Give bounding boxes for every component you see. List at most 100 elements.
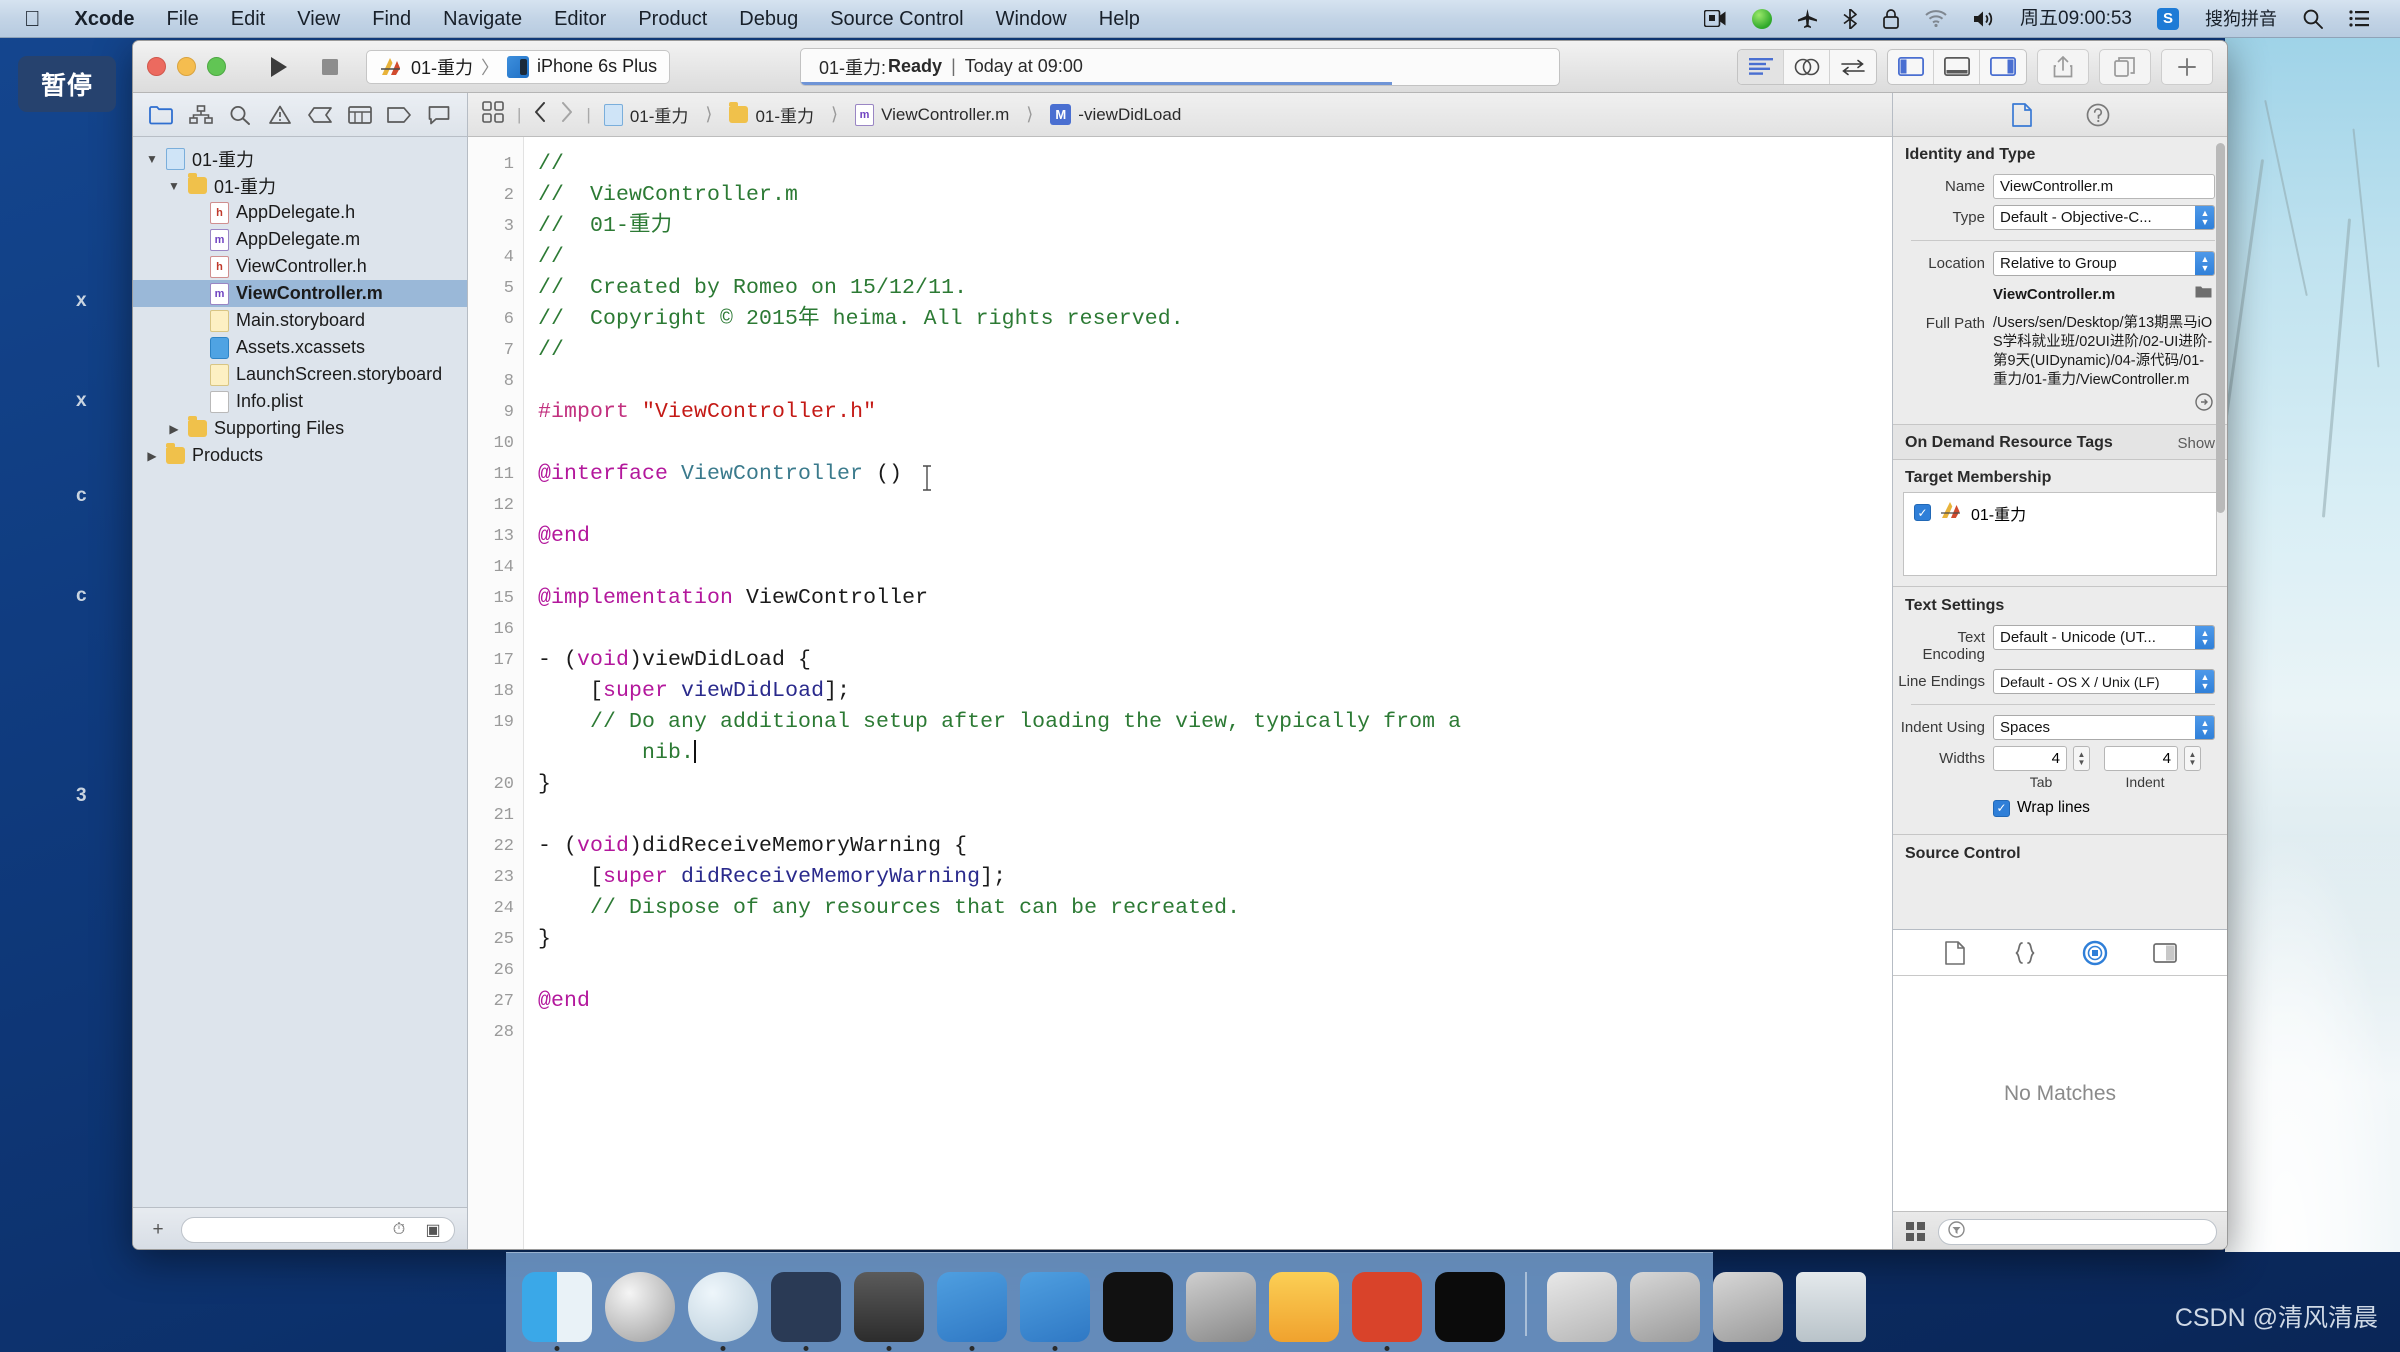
sogou-input-badge-icon[interactable]: S: [2144, 7, 2192, 30]
lock-icon[interactable]: [1870, 8, 1912, 29]
bluetooth-icon[interactable]: [1830, 8, 1870, 29]
target-membership-row[interactable]: ✓ 01-重力: [1904, 493, 2216, 532]
menu-item-editor[interactable]: Editor: [538, 0, 622, 38]
disclosure-triangle-icon[interactable]: ▶: [145, 449, 159, 463]
tree-item-Supporting-Files[interactable]: ▶ Supporting Files: [133, 415, 467, 442]
navigator-filter-field[interactable]: ⏱ ▣: [181, 1216, 455, 1243]
tree-item-LaunchScreen.storyboard[interactable]: LaunchScreen.storyboard: [133, 361, 467, 388]
version-editor-icon[interactable]: [1830, 50, 1876, 84]
recent-files-icon[interactable]: ⏱: [386, 1217, 412, 1243]
tree-item-ViewController.h[interactable]: h ViewController.h: [133, 253, 467, 280]
source-control-filter-icon[interactable]: ▣: [420, 1217, 446, 1243]
dock-item-screen-sharing-2[interactable]: [1713, 1272, 1783, 1342]
reveal-in-finder-icon[interactable]: [2195, 393, 2213, 416]
tree-item-AppDelegate.h[interactable]: h AppDelegate.h: [133, 199, 467, 226]
tag-navigator-icon[interactable]: [383, 100, 415, 130]
volume-icon[interactable]: [1960, 10, 2008, 28]
related-items-grid-icon[interactable]: [482, 101, 504, 128]
breadcrumb-project[interactable]: 01-重力: [603, 102, 688, 127]
apple-logo-icon[interactable]: : [0, 0, 59, 38]
dock-item-finder[interactable]: [522, 1272, 592, 1351]
location-select[interactable]: Relative to Group ▲ ▼: [1993, 251, 2215, 276]
disclosure-triangle-icon[interactable]: ▼: [167, 179, 181, 193]
target-checkbox[interactable]: ✓: [1914, 504, 1931, 521]
choose-folder-icon[interactable]: [2195, 282, 2215, 303]
indent-using-select[interactable]: Spaces ▲ ▼: [1993, 715, 2215, 740]
menu-item-navigate[interactable]: Navigate: [427, 0, 538, 38]
breadcrumb-method[interactable]: M -viewDidLoad: [1050, 104, 1181, 125]
input-method-label[interactable]: 搜狗拼音: [2192, 0, 2290, 38]
disclosure-triangle-icon[interactable]: ▶: [167, 422, 181, 436]
dock-item-prepros[interactable]: [1352, 1272, 1422, 1351]
dock-item-mouse-app[interactable]: [771, 1272, 841, 1351]
tab-stepper-arrows-icon[interactable]: ▲ ▼: [2073, 746, 2090, 771]
text-encoding-select[interactable]: Default - Unicode (UT... ▲ ▼: [1993, 625, 2215, 650]
breadcrumb-file[interactable]: m ViewController.m: [855, 103, 1009, 126]
quick-help-inspector-icon[interactable]: [2083, 101, 2113, 129]
name-field[interactable]: ViewController.m: [1993, 174, 2215, 199]
close-window-button[interactable]: [147, 57, 166, 76]
airplane-icon[interactable]: [1785, 9, 1830, 28]
indent-width-stepper[interactable]: 4 ▲ ▼: [2104, 746, 2201, 771]
navigator-toggle-icon[interactable]: [1888, 49, 1934, 84]
report-navigator-icon[interactable]: [344, 100, 376, 130]
screen-record-icon[interactable]: [1691, 10, 1739, 27]
wrap-lines-control[interactable]: ✓ Wrap lines: [1993, 799, 2090, 817]
issue-navigator-icon[interactable]: [264, 100, 296, 130]
dock-item-terminal[interactable]: [1103, 1272, 1173, 1342]
forward-chevron-icon[interactable]: [560, 102, 573, 127]
dock-item-system-preferences[interactable]: [1186, 1272, 1256, 1342]
quicktime-green-icon[interactable]: [1739, 8, 1785, 29]
menu-item-edit[interactable]: Edit: [215, 0, 281, 38]
library-filter-field[interactable]: [1938, 1218, 2217, 1245]
breakpoint-navigator-icon[interactable]: [304, 100, 336, 130]
run-button[interactable]: [252, 50, 304, 84]
pause-button[interactable]: 暂停: [18, 56, 116, 112]
on-demand-show-link[interactable]: Show: [2177, 435, 2215, 452]
inspector-scrollbar[interactable]: [2216, 143, 2225, 513]
indent-width-value[interactable]: 4: [2104, 746, 2178, 771]
tree-item-ViewController.m[interactable]: m ViewController.m: [133, 280, 467, 307]
add-button[interactable]: [2161, 48, 2213, 85]
menu-item-xcode[interactable]: Xcode: [59, 0, 151, 38]
standard-editor-icon[interactable]: [1738, 49, 1784, 84]
symbol-navigator-icon[interactable]: [185, 100, 217, 130]
scheme-selector[interactable]: 01-重力 〉 iPhone 6s Plus: [366, 49, 671, 84]
object-library-icon[interactable]: [2080, 939, 2110, 967]
find-navigator-icon[interactable]: [224, 100, 256, 130]
file-template-library-icon[interactable]: [1940, 939, 1970, 967]
dock-item-launchpad[interactable]: [605, 1272, 675, 1342]
menu-item-help[interactable]: Help: [1083, 0, 1156, 38]
menu-item-window[interactable]: Window: [980, 0, 1083, 38]
project-navigator-icon[interactable]: [145, 100, 177, 130]
wrap-lines-checkbox[interactable]: ✓: [1993, 799, 2010, 817]
menu-item-file[interactable]: File: [151, 0, 215, 38]
code-snippet-library-icon[interactable]: [2010, 939, 2040, 967]
menu-item-find[interactable]: Find: [356, 0, 427, 38]
stop-button[interactable]: [304, 50, 356, 84]
organizer-button[interactable]: [2099, 48, 2151, 85]
menu-bar-clock[interactable]: 周五09:00:53: [2008, 0, 2144, 38]
source-code-text[interactable]: // // ViewController.m // 01-重力 // // Create…: [524, 137, 1892, 1249]
spotlight-search-icon[interactable]: [2290, 9, 2336, 29]
dock-item-screen-sharing-1[interactable]: [1630, 1272, 1700, 1342]
tree-item-Info.plist[interactable]: Info.plist: [133, 388, 467, 415]
source-editor[interactable]: 1 2 3 4 5 6 7 8 9 10 11 12 13 14 15 16 17 18 19 20 21 22 23 24…: [468, 137, 1892, 1249]
dock-item-simulator[interactable]: [1020, 1272, 1090, 1351]
dock-item-safari[interactable]: [688, 1272, 758, 1351]
tree-item-AppDelegate.m[interactable]: m AppDelegate.m: [133, 226, 467, 253]
menu-item-view[interactable]: View: [281, 0, 356, 38]
type-select[interactable]: Default - Objective-C... ▲ ▼: [1993, 205, 2215, 230]
utilities-toggle-icon[interactable]: [1980, 50, 2026, 84]
dock-item-media-player[interactable]: [1547, 1272, 1617, 1342]
library-layout-icon[interactable]: [1903, 1219, 1929, 1245]
dock-item-xcode[interactable]: [937, 1272, 1007, 1351]
tree-item-01-重力[interactable]: ▼ 01-重力: [133, 145, 467, 172]
tree-item-Products[interactable]: ▶ Products: [133, 442, 467, 469]
dock-item-trash[interactable]: [1796, 1272, 1866, 1342]
notification-center-icon[interactable]: [2336, 10, 2382, 27]
line-endings-select[interactable]: Default - OS X / Unix (LF) ▲ ▼: [1993, 669, 2215, 694]
breadcrumb-group[interactable]: 01-重力: [729, 102, 814, 127]
assistant-editor-icon[interactable]: [1784, 49, 1830, 84]
menu-item-source-control[interactable]: Source Control: [814, 0, 979, 38]
